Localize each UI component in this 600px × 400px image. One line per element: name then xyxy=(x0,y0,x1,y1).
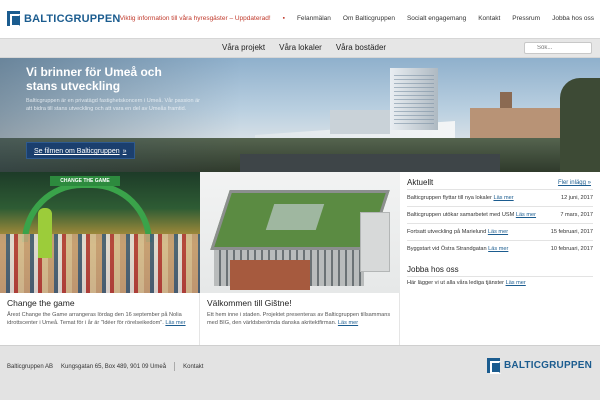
card-title: Välkommen till Gištne! xyxy=(207,298,292,308)
card-image-building[interactable] xyxy=(200,172,400,293)
news-heading: Aktuellt xyxy=(407,178,434,187)
more-posts-link[interactable]: Fler inlägg » xyxy=(558,180,591,186)
news-item-title: Byggstart vid Östra Strandgatan xyxy=(407,246,487,252)
hero-tree-right xyxy=(560,78,600,172)
news-item-title: Balticgruppen flyttar till nya lokaler xyxy=(407,195,492,201)
hero-title: Vi brinner för Umeå och stans utveckling xyxy=(26,65,162,93)
footer-brand-name: BALTICGRUPPEN xyxy=(504,360,592,371)
footer-company: Balticgruppen AB xyxy=(7,363,54,370)
news-item: Fortsatt utveckling på Marielund Läs mer… xyxy=(407,223,593,240)
news-read-more-link[interactable]: Läs mer xyxy=(488,229,508,235)
news-item-date: 7 mars, 2017 xyxy=(560,212,593,218)
card-text: Ett hem inne i staden. Projektet present… xyxy=(207,311,395,328)
topnav-jobba-hos-oss[interactable]: Jobba hos oss xyxy=(552,15,594,22)
jobs-text-body: Här lägger vi ut alla våra lediga tjänst… xyxy=(407,280,505,286)
read-more-link[interactable]: Läs mer xyxy=(165,320,185,326)
hero-building-tower xyxy=(390,68,438,130)
jobs-text: Här lägger vi ut alla våra lediga tjänst… xyxy=(407,276,593,286)
news-item-title: Balticgruppen utökar samarbetet med USM xyxy=(407,212,515,218)
nav-vara-lokaler[interactable]: Våra lokaler xyxy=(279,43,322,52)
footer: Balticgruppen AB Kungsgatan 65, Box 489,… xyxy=(0,345,600,400)
logo-mark-icon xyxy=(7,11,21,27)
alert-flag-icon: ▪ xyxy=(282,15,285,22)
hero-banner: Vi brinner för Umeå och stans utveckling… xyxy=(0,58,600,172)
top-bar: BALTICGRUPPEN Viktig information till vå… xyxy=(0,0,600,38)
footer-address: Kungsgatan 65, Box 489, 901 09 Umeå xyxy=(61,363,167,370)
hero-building-mid xyxy=(330,110,390,134)
brand-logo[interactable]: BALTICGRUPPEN xyxy=(7,11,121,27)
news-item: Balticgruppen utökar samarbetet med USM … xyxy=(407,206,593,223)
news-item: Byggstart vid Östra Strandgatan Läs mer 1… xyxy=(407,240,593,257)
card-text: Årest Change the Game arrangeras lördag … xyxy=(7,311,195,328)
main-navigation: Våra projekt Våra lokaler Våra bostäder xyxy=(0,38,600,58)
news-list: Balticgruppen flyttar till nya lokaler L… xyxy=(407,189,593,257)
footer-logo[interactable]: BALTICGRUPPEN xyxy=(487,358,592,374)
hero-text: Balticgruppen är en privatägd fastighets… xyxy=(26,98,200,112)
topnav-felanmalan[interactable]: Felanmälan xyxy=(297,15,331,22)
nav-vara-bostader[interactable]: Våra bostäder xyxy=(336,43,386,52)
news-sidebar: Aktuellt Fler inlägg » Balticgruppen fly… xyxy=(400,172,600,345)
watch-film-button[interactable]: Se filmen om Balticgruppen» xyxy=(26,142,135,159)
news-read-more-link[interactable]: Läs mer xyxy=(493,195,513,201)
news-card-giltne: Välkommen till Gištne! Ett hem inne i st… xyxy=(200,172,400,345)
news-item: Balticgruppen flyttar till nya lokaler L… xyxy=(407,189,593,206)
jobs-read-more-link[interactable]: Läs mer xyxy=(506,280,526,286)
topnav-socialt-engagemang[interactable]: Socialt engagemang xyxy=(407,15,466,22)
news-item-date: 12 juni, 2017 xyxy=(560,195,593,201)
news-item-date: 15 februari, 2017 xyxy=(550,229,593,235)
news-card-change-the-game: CHANGE THE GAME Change the game Årest Ch… xyxy=(0,172,200,345)
news-item-title: Fortsatt utveckling på Marielund xyxy=(407,229,487,235)
footer-divider xyxy=(174,362,176,371)
news-read-more-link[interactable]: Läs mer xyxy=(488,246,508,252)
watch-film-label: Se filmen om Balticgruppen xyxy=(34,148,120,155)
top-navigation: Viktig information till våra hyresgäster… xyxy=(120,15,594,22)
card-image-event[interactable]: CHANGE THE GAME xyxy=(0,172,200,293)
card-text-body: Ett hem inne i staden. Projektet present… xyxy=(207,312,391,327)
card-text-body: Årest Change the Game arrangeras lördag … xyxy=(7,312,182,327)
news-item-date: 10 februari, 2017 xyxy=(550,246,593,252)
jobs-heading: Jobba hos oss xyxy=(407,265,459,274)
tenant-alert-link[interactable]: Viktig information till våra hyresgäster… xyxy=(120,15,271,22)
chevron-right-icon: » xyxy=(122,148,127,155)
footer-contact-link[interactable]: Kontakt xyxy=(183,364,203,370)
card-title: Change the game xyxy=(7,298,75,308)
topnav-kontakt[interactable]: Kontakt xyxy=(478,15,500,22)
nav-vara-projekt[interactable]: Våra projekt xyxy=(222,43,265,52)
brand-name: BALTICGRUPPEN xyxy=(24,12,121,25)
topnav-pressrum[interactable]: Pressrum xyxy=(512,15,540,22)
search-input[interactable] xyxy=(524,42,592,54)
news-read-more-link[interactable]: Läs mer xyxy=(516,212,536,218)
topnav-om-balticgruppen[interactable]: Om Balticgruppen xyxy=(343,15,395,22)
logo-mark-icon xyxy=(487,358,502,374)
event-banner: CHANGE THE GAME xyxy=(50,176,120,186)
read-more-link[interactable]: Läs mer xyxy=(338,320,358,326)
hero-street xyxy=(240,154,500,172)
